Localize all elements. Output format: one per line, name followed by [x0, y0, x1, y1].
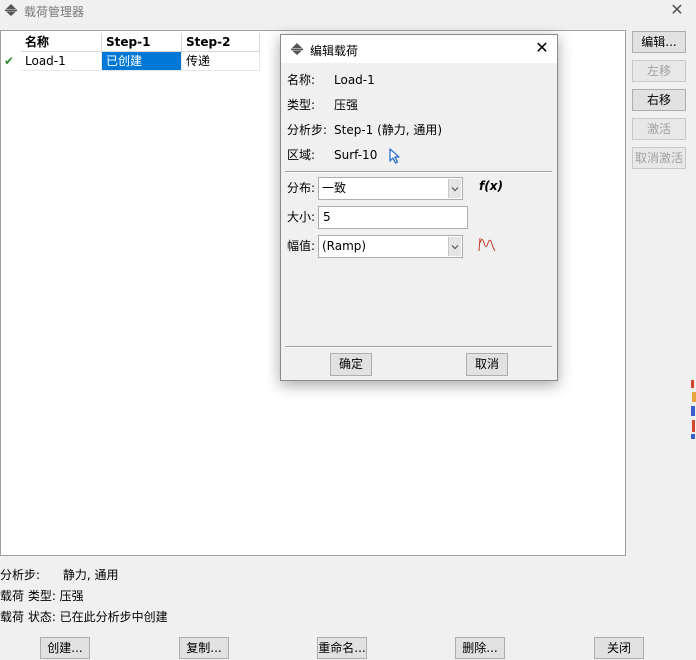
distribution-label: 分布:	[287, 181, 316, 195]
amplitude-curve-icon[interactable]	[477, 235, 497, 253]
chevron-down-icon	[451, 187, 459, 192]
cell-load-name[interactable]: Load-1	[21, 52, 102, 71]
status-load-state: 载荷 状态: 已在此分析步中创建	[0, 610, 168, 624]
name-label: 名称:	[287, 73, 316, 87]
window-titlebar: 载荷管理器 ✕	[0, 0, 696, 22]
distribution-value: 一致	[322, 181, 347, 195]
delete-button[interactable]: 删除...	[455, 637, 505, 659]
magnitude-input[interactable]: 5	[318, 206, 468, 229]
column-header-step-2[interactable]: Step-2	[182, 33, 260, 52]
dialog-title: 编辑载荷	[310, 44, 359, 58]
magnitude-label: 大小:	[287, 210, 316, 224]
status-load-type: 载荷 类型: 压强	[0, 589, 84, 603]
dialog-titlebar[interactable]: 编辑载荷 ✕	[281, 35, 557, 63]
dialog-separator	[285, 171, 552, 173]
edit-button[interactable]: 编辑...	[632, 31, 686, 53]
activate-button[interactable]: 激活	[632, 118, 686, 140]
copy-button[interactable]: 复制...	[179, 637, 229, 659]
cell-step-1-status[interactable]: 已创建	[102, 52, 182, 71]
cell-step-2-status[interactable]: 传递	[182, 52, 260, 71]
region-label: 区域:	[287, 148, 316, 162]
region-value: Surf-10	[334, 148, 378, 162]
select-region-cursor-icon[interactable]	[388, 148, 402, 164]
deactivate-button[interactable]: 取消激活	[632, 147, 686, 169]
cancel-button[interactable]: 取消	[466, 353, 508, 376]
ok-button[interactable]: 确定	[330, 353, 372, 376]
column-header-name[interactable]: 名称	[21, 33, 102, 52]
amplitude-dropdown-button[interactable]	[448, 237, 461, 256]
type-label: 类型:	[287, 98, 316, 112]
create-button[interactable]: 创建...	[40, 637, 90, 659]
move-left-button[interactable]: 左移	[632, 60, 686, 82]
close-button[interactable]: 关闭	[594, 637, 644, 659]
status-step: 分析步: 静力, 通用	[0, 568, 119, 582]
dialog-separator	[285, 346, 552, 348]
amplitude-select[interactable]: (Ramp)	[318, 235, 463, 258]
step-label: 分析步:	[287, 123, 328, 137]
checkmark-icon[interactable]: ✔	[4, 52, 18, 71]
function-fx-icon[interactable]: f(x)	[479, 179, 503, 193]
distribution-select[interactable]: 一致	[318, 177, 463, 200]
column-header-step-1[interactable]: Step-1	[102, 33, 182, 52]
window-title: 载荷管理器	[24, 5, 85, 19]
amplitude-label: 幅值:	[287, 239, 316, 253]
abaqus-logo-icon	[5, 4, 17, 16]
move-right-button[interactable]: 右移	[632, 89, 686, 111]
viewport-edge-graphic	[691, 380, 696, 439]
step-value: Step-1 (静力, 通用)	[334, 123, 443, 137]
amplitude-value: (Ramp)	[322, 239, 367, 253]
edit-load-dialog: 编辑载荷 ✕ 名称: Load-1 类型: 压强 分析步: Step-1 (静力…	[280, 34, 558, 381]
chevron-down-icon	[451, 245, 459, 250]
type-value: 压强	[334, 98, 359, 112]
name-value: Load-1	[334, 73, 375, 87]
rename-button[interactable]: 重命名...	[317, 637, 367, 659]
dialog-close-icon[interactable]: ✕	[531, 37, 553, 59]
window-close-icon[interactable]: ✕	[664, 0, 690, 21]
abaqus-logo-icon	[291, 43, 303, 55]
distribution-dropdown-button[interactable]	[448, 179, 461, 198]
